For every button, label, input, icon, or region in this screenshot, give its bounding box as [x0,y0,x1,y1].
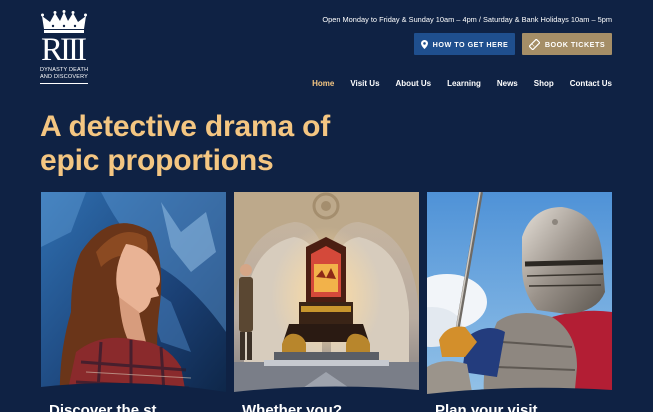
card-label-discover: Discover the st [49,402,157,412]
nav-item-about-us[interactable]: About Us [396,79,432,88]
nav-item-home[interactable]: Home [312,79,334,88]
book-tickets-button[interactable]: BOOK TICKETS [522,33,612,55]
logo-monogram: RIII [41,32,87,68]
logo-tagline-line2: and Discovery [40,73,89,80]
ticket-icon [528,38,540,50]
how-to-get-here-button[interactable]: HOW TO GET HERE [414,33,515,55]
card-label-whether: Whether you? [242,402,342,412]
nav-item-visit-us[interactable]: Visit Us [350,79,379,88]
hero-headline: A detective drama of epic proportions [40,110,330,178]
nav-item-learning[interactable]: Learning [447,79,481,88]
logo-divider [40,83,88,84]
hero-headline-line1: A detective drama of [40,110,330,143]
opening-hours: Open Monday to Friday & Sunday 10am – 4p… [322,15,612,24]
card-label-plan-visit: Plan your visit [435,402,538,412]
card-image-girl-stained-glass [41,192,226,412]
nav-item-shop[interactable]: Shop [534,79,554,88]
nav-item-contact-us[interactable]: Contact Us [570,79,612,88]
card-image-knight-armour [427,192,612,412]
how-to-get-here-label: HOW TO GET HERE [432,39,509,49]
feature-card-whether[interactable]: Whether you? [234,192,419,412]
card-image-tomb-hall [234,192,419,412]
map-pin-icon [420,39,428,49]
feature-card-plan-visit[interactable]: Plan your visit [427,192,612,412]
main-navigation: Home Visit Us About Us Learning News Sho… [312,79,612,88]
site-logo[interactable]: RIII Dynasty Death and Discovery [40,10,94,90]
hero-headline-line2: epic proportions [40,144,274,177]
crown-icon [41,10,87,33]
nav-item-news[interactable]: News [497,79,518,88]
book-tickets-label: BOOK TICKETS [544,39,606,49]
feature-card-discover[interactable]: Discover the st [41,192,226,412]
logo-tagline-line1: Dynasty Death [40,67,89,73]
